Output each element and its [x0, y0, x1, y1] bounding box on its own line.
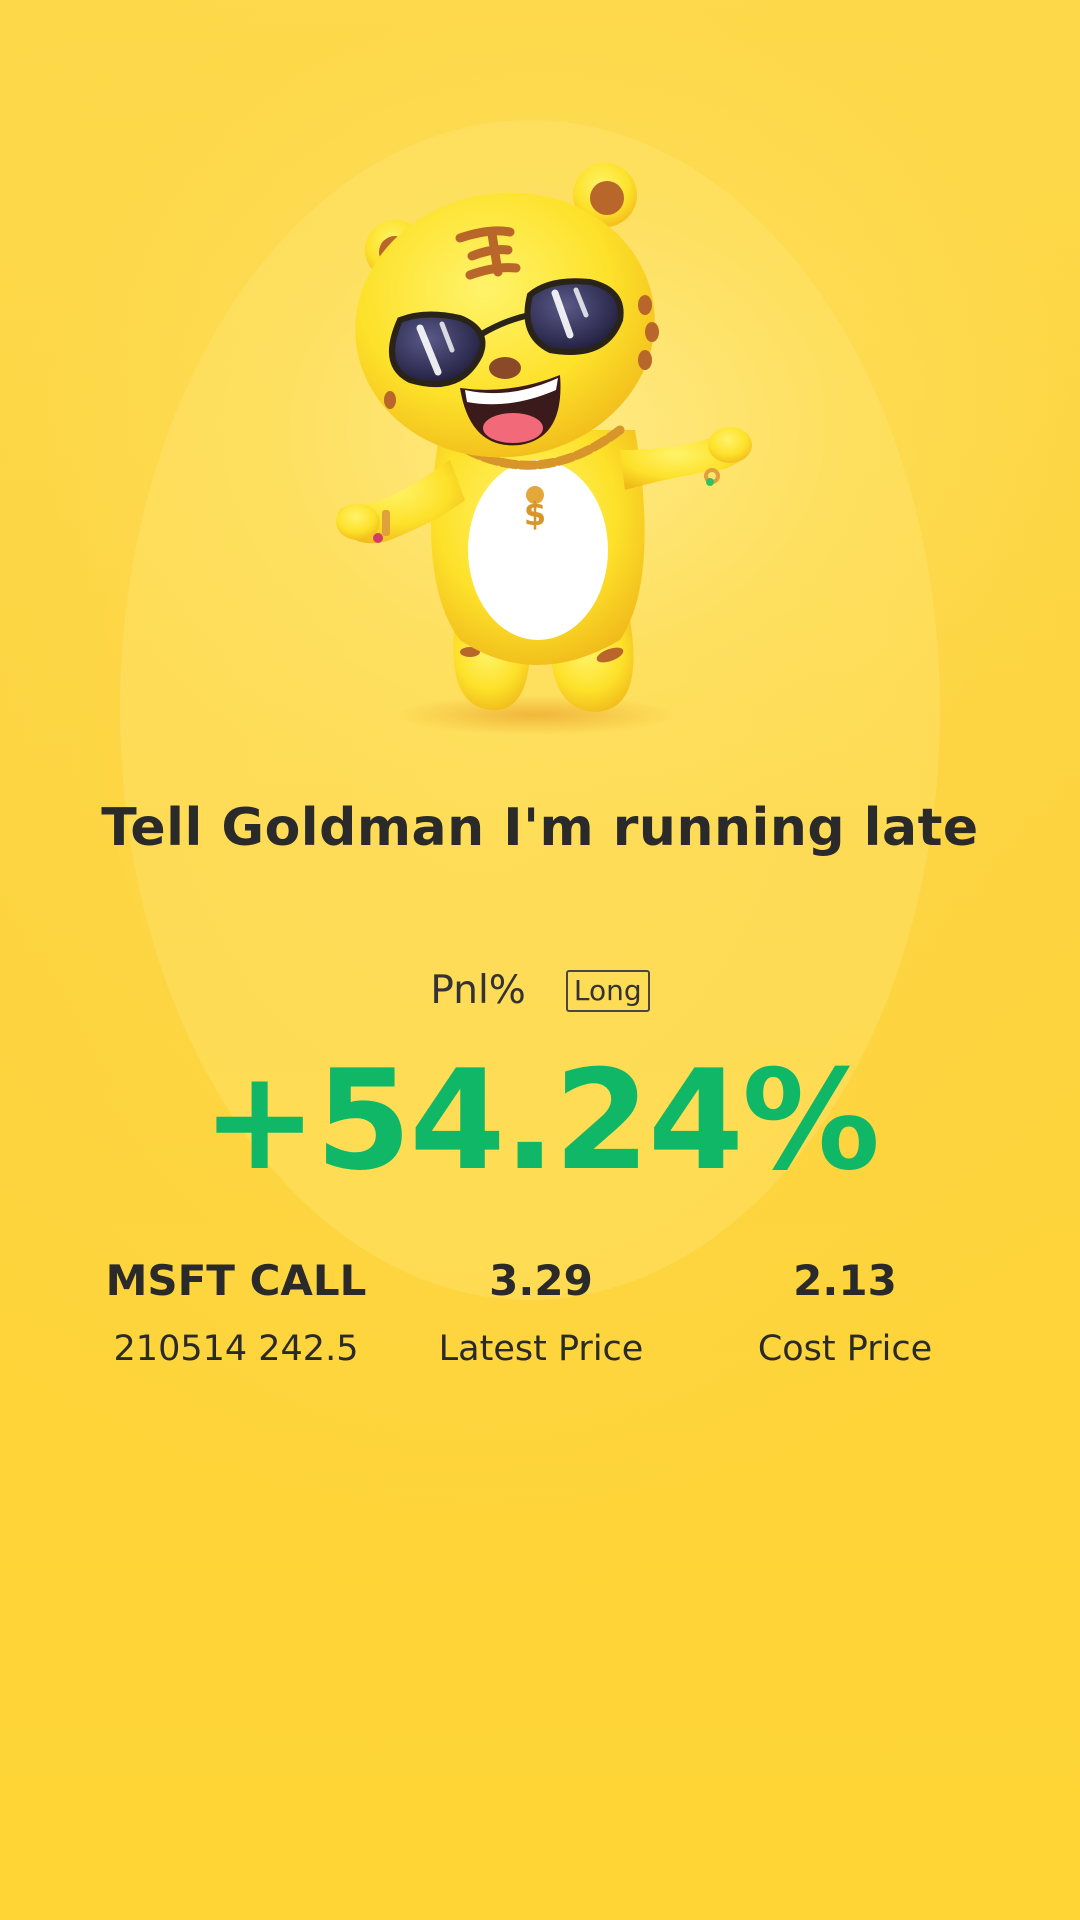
latest-price-stat: 3.29 Latest Price — [400, 1254, 682, 1374]
cost-price-value: 2.13 — [793, 1256, 897, 1305]
latest-price-value: 3.29 — [489, 1256, 593, 1305]
contract-stat: MSFT CALL 210514 242.5 — [95, 1254, 377, 1374]
svg-text:$: $ — [524, 495, 546, 533]
contract-detail: 210514 242.5 — [113, 1329, 359, 1369]
sunglasses-tiger-mascot-icon: $ — [336, 163, 752, 735]
cost-price-label: Cost Price — [757, 1329, 933, 1369]
contract-name: MSFT CALL — [105, 1256, 367, 1305]
pnl-header: Pnl% Long — [0, 968, 1080, 1013]
cost-price-stat: 2.13 Cost Price — [704, 1254, 986, 1374]
headline-text: Tell Goldman I'm running late — [101, 798, 979, 858]
pnl-percent-value: +54.24% — [201, 1040, 880, 1201]
latest-price-label: Latest Price — [438, 1329, 644, 1369]
pnl-label: Pnl% — [430, 968, 526, 1013]
position-direction-badge: Long — [565, 969, 650, 1012]
